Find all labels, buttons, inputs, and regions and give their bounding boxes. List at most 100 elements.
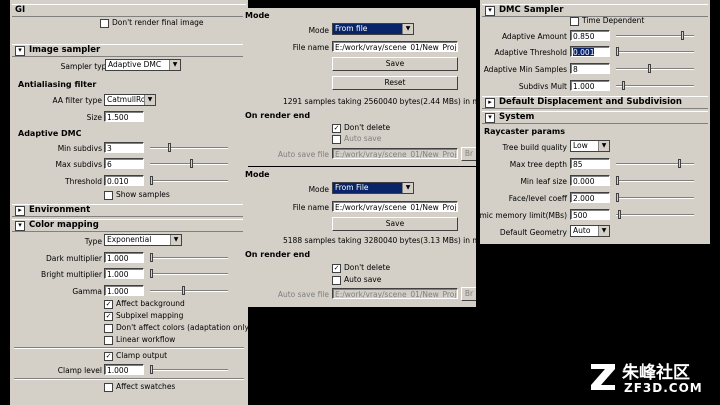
max-tree-depth-slider[interactable] — [616, 159, 694, 168]
auto-save-checkbox[interactable]: Auto save — [332, 134, 381, 144]
gamma-field[interactable]: 1.000 — [104, 285, 144, 296]
sampler-type-label: Sampler type — [60, 62, 111, 71]
linear-workflow-checkbox[interactable]: Linear workflow — [104, 335, 175, 345]
middle-bottom-panel: Mode Mode From File ▼ File name E:/work/v… — [243, 167, 476, 307]
face-level-coeff-slider[interactable] — [616, 193, 694, 202]
file-name-field[interactable]: E:/work/vray/scene_01/New_Project/scer — [332, 201, 458, 212]
dont-render-checkbox[interactable]: Don't render final image — [100, 18, 204, 28]
collapse-icon: ▾ — [485, 113, 495, 123]
aa-filter-dropdown[interactable]: CatmullRom ▼ — [104, 94, 156, 106]
dont-affect-colors-checkbox[interactable]: Don't affect colors (adaptation only) — [104, 323, 248, 333]
auto-save-checkbox[interactable]: Auto save — [332, 275, 381, 285]
bright-multiplier-slider[interactable] — [150, 269, 228, 278]
time-dependent-checkbox[interactable]: Time Dependent — [570, 16, 644, 26]
adaptive-min-samples-field[interactable]: 8 — [570, 63, 610, 74]
adaptive-min-samples-slider[interactable] — [616, 64, 694, 73]
file-name-field[interactable]: E:/work/vray/scene_01/New_Project/scer — [332, 41, 458, 52]
cm-type-label: Type — [84, 237, 102, 246]
adaptive-amount-field[interactable]: 0.850 — [570, 30, 610, 41]
adaptive-threshold-field[interactable]: 0.001 — [570, 46, 610, 57]
bright-multiplier-field[interactable]: 1.000 — [104, 268, 144, 279]
dynamic-memory-field[interactable]: 500 — [570, 209, 610, 220]
max-tree-depth-label: Max tree depth — [509, 160, 567, 169]
collapse-icon: ▾ — [15, 46, 25, 56]
environment-header[interactable]: ▸ Environment — [12, 204, 246, 217]
mode-title: Mode — [245, 11, 270, 20]
subdivs-mult-field[interactable]: 1.000 — [570, 80, 610, 91]
auto-save-file-field[interactable]: E:/work/vray/scene_01/New_Project/scer — [332, 148, 458, 159]
adaptive-threshold-slider[interactable] — [616, 47, 694, 56]
chevron-down-icon: ▼ — [144, 95, 155, 105]
gi-header[interactable]: GI — [12, 4, 246, 17]
min-leaf-size-field[interactable]: 0.000 — [570, 175, 610, 186]
cm-type-dropdown[interactable]: Exponential ▼ — [104, 234, 182, 246]
sampler-type-dropdown[interactable]: Adaptive DMC ▼ — [105, 59, 181, 71]
browse-button[interactable]: Br — [461, 147, 476, 161]
mode-label: Mode — [308, 185, 329, 194]
displacement-header[interactable]: ▸ Default Displacement and Subdivision — [482, 96, 708, 109]
adaptive-dmc-title: Adaptive DMC — [18, 129, 82, 138]
dont-delete-checkbox[interactable]: ✓ Don't delete — [332, 123, 390, 133]
max-tree-depth-field[interactable]: 85 — [570, 158, 610, 169]
bright-multiplier-label: Bright multiplier — [41, 270, 102, 279]
color-mapping-header[interactable]: ▾ Color mapping — [12, 219, 246, 232]
aa-size-field[interactable]: 1.500 — [104, 111, 144, 122]
dynamic-memory-label: Dynamic memory limit(MBs) — [480, 211, 567, 220]
tree-build-quality-label: Tree build quality — [502, 143, 568, 152]
affect-swatches-checkbox[interactable]: Affect swatches — [104, 382, 175, 392]
chevron-down-icon: ▼ — [169, 60, 180, 70]
adaptive-amount-slider[interactable] — [616, 31, 694, 40]
min-subdivs-field[interactable]: 3 — [104, 142, 144, 153]
subdivs-mult-label: Subdivs Mult — [518, 82, 567, 91]
dynamic-memory-slider[interactable] — [616, 210, 694, 219]
image-sampler-header[interactable]: ▾ Image sampler — [12, 44, 246, 57]
subdivs-mult-slider[interactable] — [616, 81, 694, 90]
gamma-label: Gamma — [72, 287, 102, 296]
clamp-output-checkbox[interactable]: ✓ Clamp output — [104, 351, 167, 361]
on-render-end-title: On render end — [245, 111, 311, 120]
gamma-slider[interactable] — [150, 286, 228, 295]
default-geometry-dropdown[interactable]: Auto ▼ — [570, 225, 610, 237]
auto-save-file-field[interactable]: E:/work/vray/scene_01/New_Project/scer — [332, 288, 458, 299]
auto-save-file-label: Auto save file — [277, 150, 329, 159]
dark-multiplier-slider[interactable] — [150, 253, 228, 262]
left-panel: GI Don't render final image ▾ Image sampl… — [10, 0, 248, 405]
reset-button[interactable]: Reset — [332, 76, 458, 90]
system-header[interactable]: ▾ System — [482, 111, 708, 124]
browse-button[interactable]: Br — [461, 287, 476, 301]
brand-name: 朱峰社区 — [622, 363, 690, 383]
mode-dropdown[interactable]: From File ▼ — [332, 182, 414, 194]
aa-title: Antialiasing filter — [18, 80, 97, 89]
on-render-end-title: On render end — [245, 250, 311, 259]
affect-background-checkbox[interactable]: ✓ Affect background — [104, 299, 185, 309]
right-panel: ▾ DMC Sampler Time Dependent Adaptive Amo… — [480, 0, 710, 244]
mode-dropdown[interactable]: From file ▼ — [332, 23, 414, 35]
threshold-label: Threshold — [65, 177, 102, 186]
min-leaf-size-label: Min leaf size — [520, 177, 567, 186]
max-subdivs-label: Max subdivs — [55, 160, 102, 169]
min-subdivs-slider[interactable] — [150, 143, 228, 152]
max-subdivs-slider[interactable] — [150, 159, 228, 168]
threshold-slider[interactable] — [150, 176, 228, 185]
dont-delete-checkbox[interactable]: ✓ Don't delete — [332, 263, 390, 273]
aa-size-label: Size — [86, 113, 102, 122]
clamp-level-field[interactable]: 1.000 — [104, 364, 144, 375]
chevron-down-icon: ▼ — [402, 183, 413, 193]
middle-top-panel: Mode Mode From file ▼ File name E:/work/v… — [243, 8, 476, 166]
save-button[interactable]: Save — [332, 57, 458, 71]
separator — [14, 347, 244, 349]
adaptive-amount-label: Adaptive Amount — [501, 32, 567, 41]
collapse-icon: ▾ — [15, 221, 25, 231]
face-level-coeff-field[interactable]: 2.000 — [570, 192, 610, 203]
tree-build-quality-dropdown[interactable]: Low ▼ — [570, 140, 610, 152]
threshold-field[interactable]: 0.010 — [104, 175, 144, 186]
clamp-level-slider[interactable] — [150, 365, 228, 374]
save-button[interactable]: Save — [332, 217, 458, 231]
auto-save-file-label: Auto save file — [277, 290, 329, 299]
max-subdivs-field[interactable]: 6 — [104, 158, 144, 169]
subpixel-mapping-checkbox[interactable]: ✓ Subpixel mapping — [104, 311, 183, 321]
min-leaf-size-slider[interactable] — [616, 176, 694, 185]
dark-multiplier-field[interactable]: 1.000 — [104, 252, 144, 263]
show-samples-checkbox[interactable]: Show samples — [104, 190, 170, 200]
min-subdivs-label: Min subdivs — [57, 144, 102, 153]
